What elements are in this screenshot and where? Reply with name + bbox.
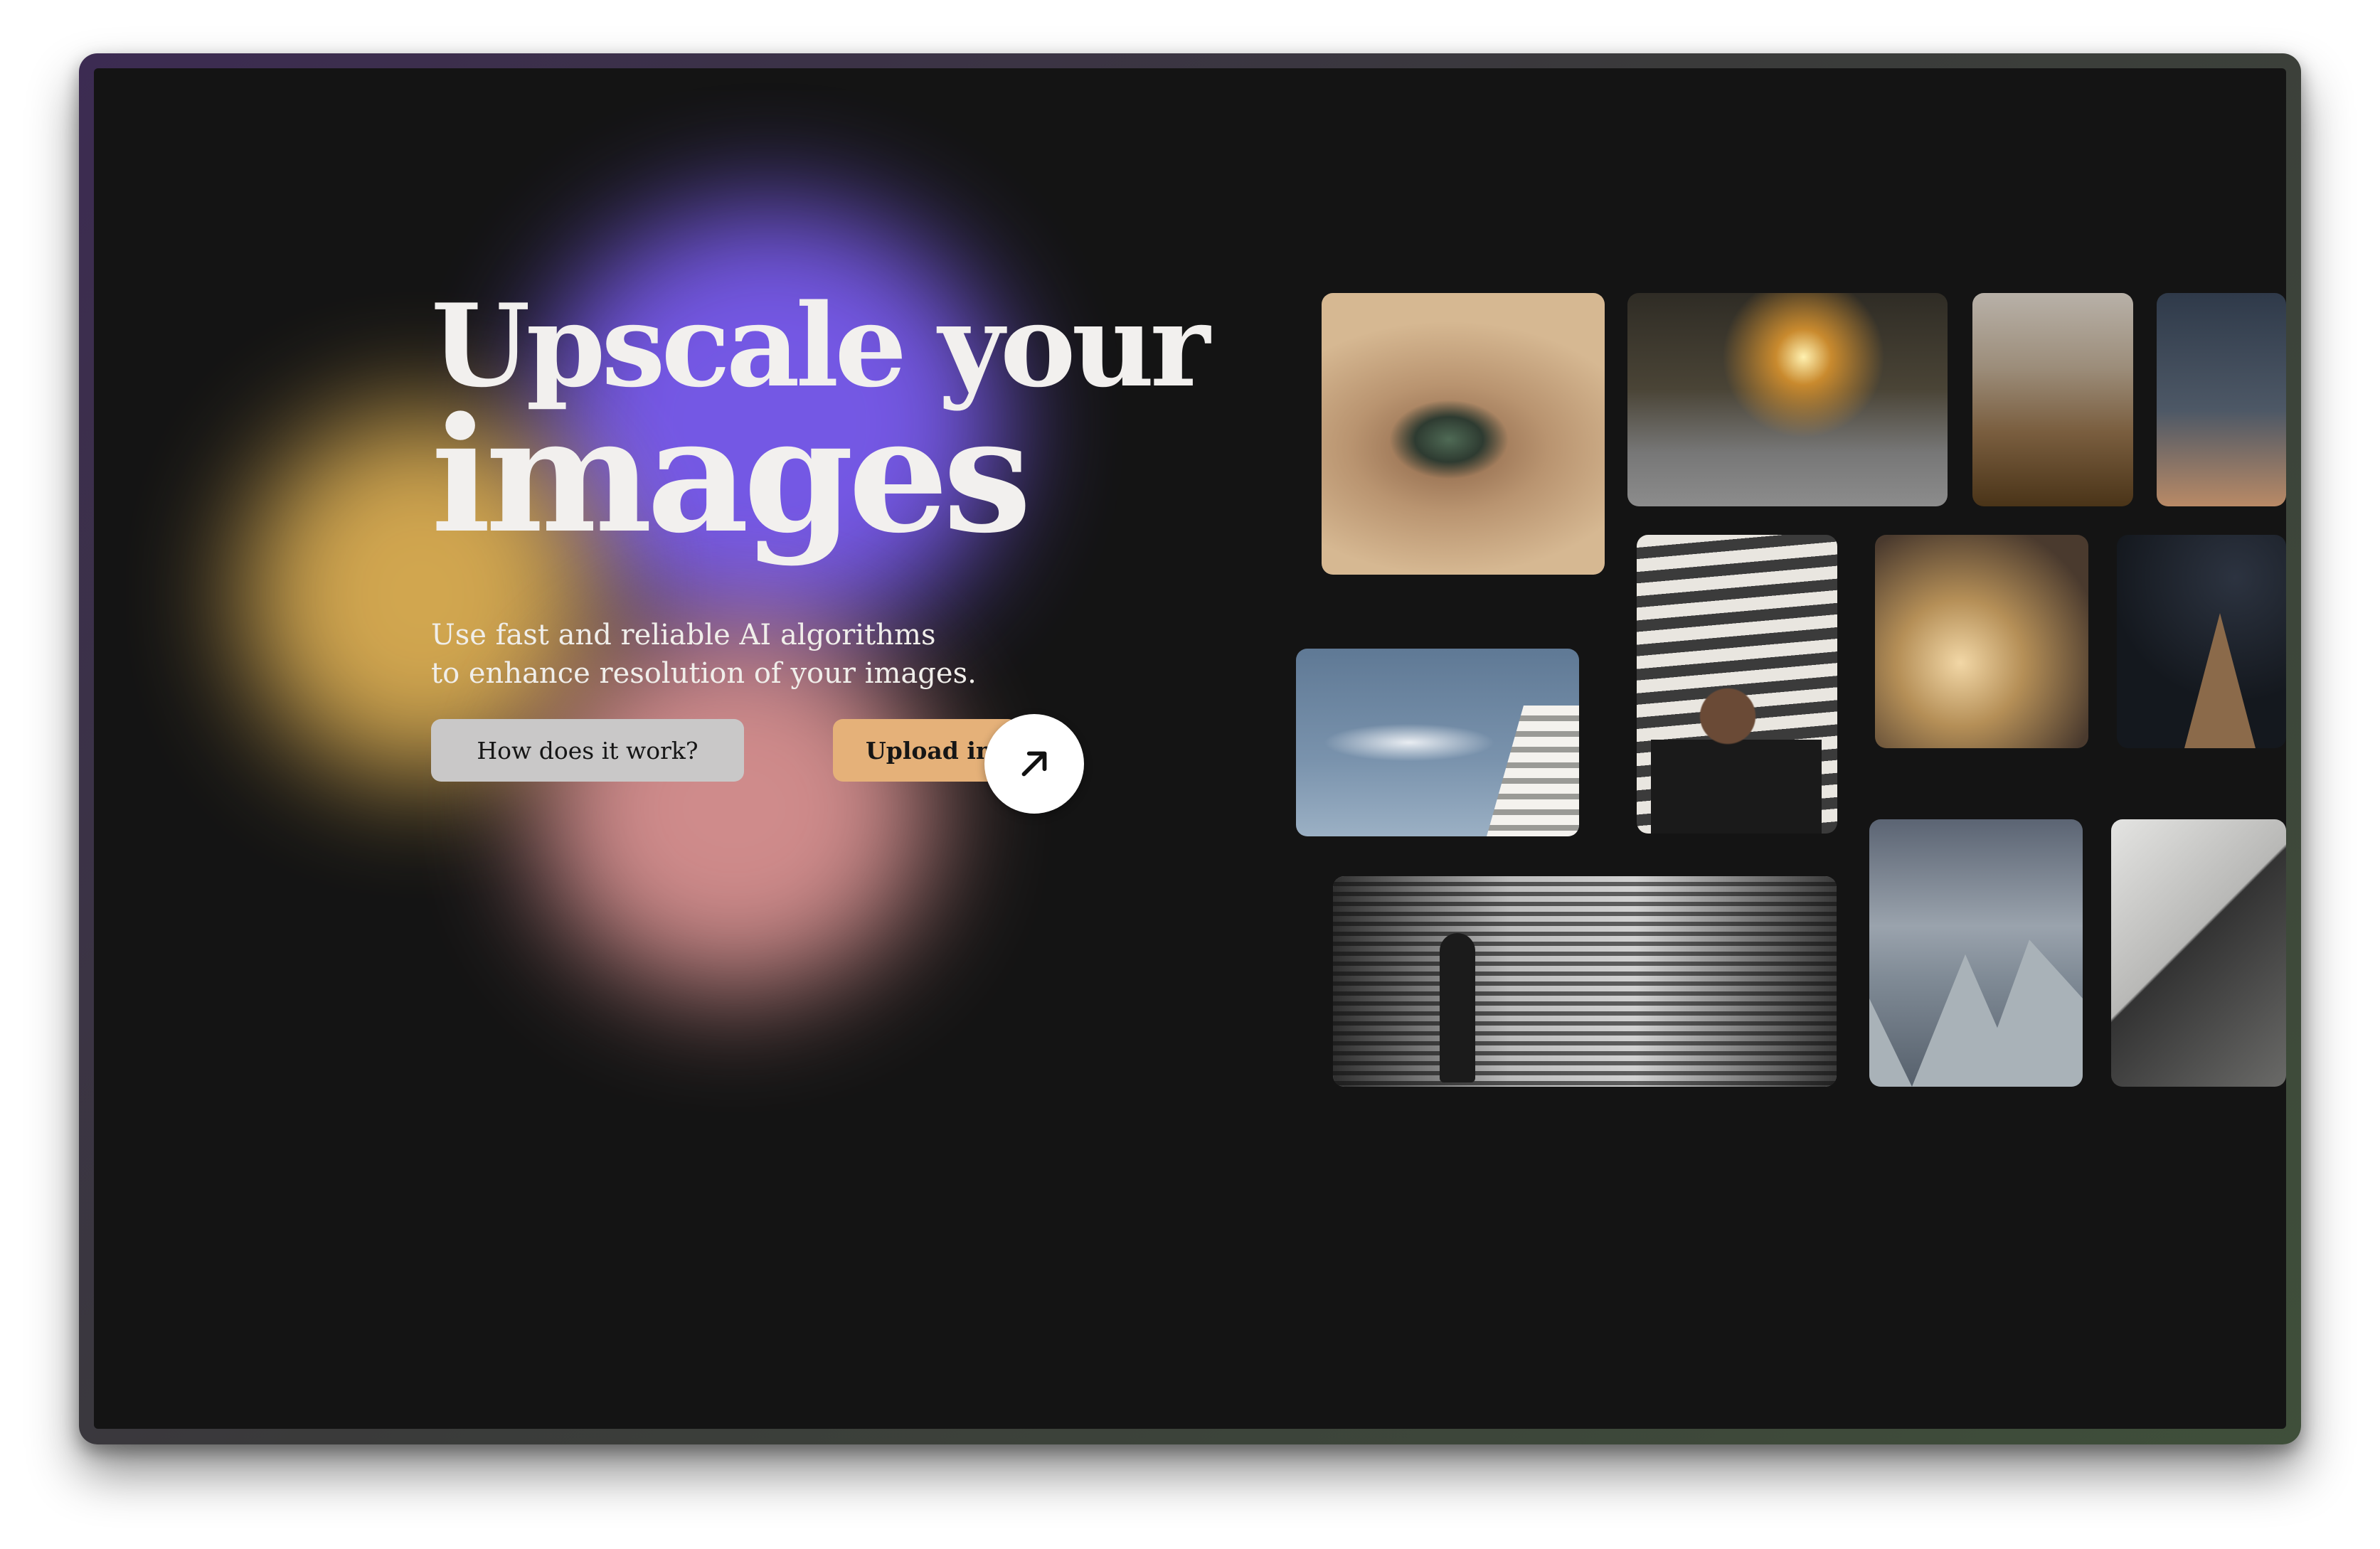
gallery-image-spires xyxy=(1869,819,2083,1087)
spire-peaks xyxy=(1869,939,2083,1087)
gallery-image-drone xyxy=(1875,535,2088,748)
landing-page: Upscale your images Use fast and reliabl… xyxy=(94,68,2286,1429)
gallery-image-building-photographer xyxy=(1637,535,1837,834)
gallery-image-cloud-tower xyxy=(1296,649,1579,836)
gallery-image-brick-wall xyxy=(2111,819,2286,1087)
gallery-image-car xyxy=(1627,293,1948,506)
hero-title-line2: images xyxy=(431,383,1032,568)
walking-figure xyxy=(1440,933,1475,1082)
hero-title: Upscale your images xyxy=(431,289,1210,568)
hero-subtitle: Use fast and reliable AI algorithms to e… xyxy=(431,616,986,693)
gallery-image-eye xyxy=(1322,293,1605,575)
gallery-image-sky-birds xyxy=(2157,293,2286,506)
gallery-image-hills xyxy=(1972,293,2133,506)
church-spire xyxy=(2184,613,2256,748)
tower-shape xyxy=(1487,706,1579,836)
upload-arrow-button[interactable] xyxy=(984,714,1084,814)
arrow-up-right-icon xyxy=(1021,751,1047,777)
gallery-image-church-cross xyxy=(2117,535,2286,748)
how-does-it-work-button[interactable]: How does it work? xyxy=(431,719,744,782)
photographer-figure xyxy=(1651,677,1822,834)
subtitle-line1: Use fast and reliable AI algorithms xyxy=(431,619,936,651)
stairs-shade xyxy=(1333,876,1837,1087)
subtitle-line2: to enhance resolution of your images. xyxy=(431,657,977,690)
gallery-image-stairs-figure xyxy=(1333,876,1837,1087)
